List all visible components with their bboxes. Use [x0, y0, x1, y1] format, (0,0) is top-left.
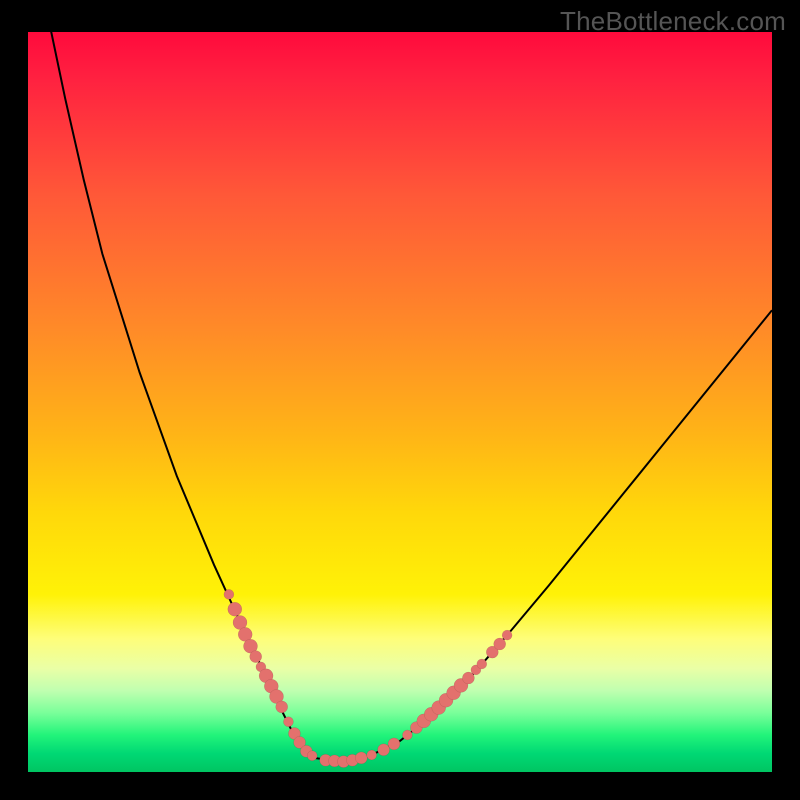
- marker-dot: [355, 752, 367, 764]
- marker-dot: [494, 638, 506, 650]
- marker-dot: [228, 602, 242, 616]
- marker-dot: [276, 701, 288, 713]
- marker-dot: [224, 589, 234, 599]
- marker-dot: [477, 659, 487, 669]
- marker-dot: [367, 750, 377, 760]
- bottleneck-curve: [28, 32, 772, 762]
- chart-frame: TheBottleneck.com: [0, 0, 800, 800]
- marker-dot: [388, 738, 400, 750]
- plot-overlay: [28, 32, 772, 772]
- marker-dot: [283, 717, 293, 727]
- marker-dot: [502, 630, 512, 640]
- marker-group: [224, 589, 512, 767]
- marker-dot: [307, 751, 317, 761]
- marker-dot: [250, 651, 262, 663]
- plot-area: [28, 32, 772, 772]
- marker-dot: [402, 730, 412, 740]
- marker-dot: [378, 744, 390, 756]
